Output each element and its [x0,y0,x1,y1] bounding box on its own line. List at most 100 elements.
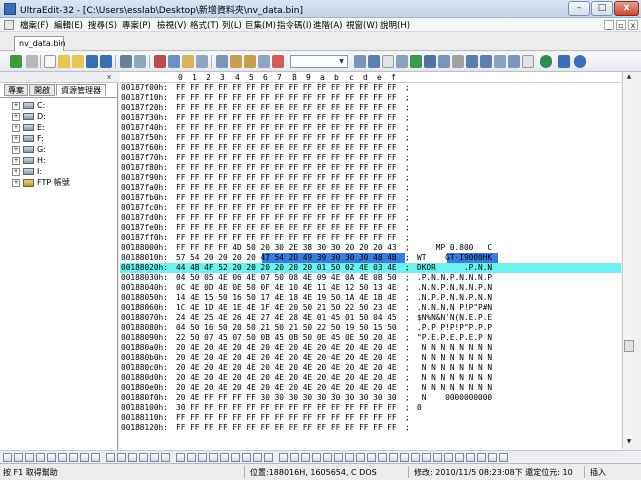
tool-button-icon[interactable] [69,453,78,462]
compare-icon[interactable] [522,55,534,68]
toggle-bookmark-icon[interactable] [438,55,450,68]
hex-row[interactable]: 001880a0h: 20 4E 20 4E 20 4E 20 4E 20 4E … [120,343,621,353]
tool-button-icon[interactable] [187,453,196,462]
run-macro-icon[interactable] [508,55,520,68]
hex-row[interactable]: 00187f90h: FF FF FF FF FF FF FF FF FF FF … [120,173,621,183]
tool-button-icon[interactable] [411,453,420,462]
cut-icon[interactable] [196,55,208,68]
hex-row[interactable]: 001880f0h: 20 4E FF FF FF FF 30 30 30 30 … [120,393,621,403]
hex-row[interactable]: 00187f40h: FF FF FF FF FF FF FF FF FF FF … [120,123,621,133]
tree-item-g[interactable]: + G: [12,145,46,155]
menu-help[interactable]: 說明(H) [380,19,410,31]
tool-button-icon[interactable] [91,453,100,462]
tab-open[interactable]: 開啟 [29,84,55,96]
tree-item-e[interactable]: + E: [12,123,45,133]
menu-column[interactable]: 列(L) [222,19,242,31]
document-icon[interactable] [4,20,14,30]
tool-button-icon[interactable] [488,453,497,462]
hex-row[interactable]: 00187fb0h: FF FF FF FF FF FF FF FF FF FF … [120,193,621,203]
menu-search[interactable]: 搜尋(S) [88,19,117,31]
tool-button-icon[interactable] [455,453,464,462]
undo-icon[interactable] [230,55,242,68]
menu-project[interactable]: 專案(P) [122,19,151,31]
hex-row[interactable]: 00187f80h: FF FF FF FF FF FF FF FF FF FF … [120,163,621,173]
spell-check-icon[interactable] [424,55,436,68]
open-recent-icon[interactable] [72,55,84,68]
menu-file[interactable]: 檔案(F) [20,19,49,31]
find-in-files-icon[interactable] [272,55,284,68]
help-icon[interactable] [574,55,586,68]
tool-button-icon[interactable] [80,453,89,462]
tool-button-icon[interactable] [499,453,508,462]
tool-button-icon[interactable] [345,453,354,462]
print-preview-icon[interactable] [134,55,146,68]
mdi-close-icon[interactable]: x [628,20,638,30]
tool-button-icon[interactable] [323,453,332,462]
hex-row[interactable]: 00188010h: 57 54 20 20 20 20 47 54 2D 49 … [120,253,621,263]
hex-row[interactable]: 001880e0h: 20 4E 20 4E 20 4E 20 4E 20 4E … [120,383,621,393]
delete-icon[interactable] [154,55,166,68]
save-icon[interactable] [86,55,98,68]
tool-button-icon[interactable] [161,453,170,462]
hex-row[interactable]: 00188110h: FF FF FF FF FF FF FF FF FF FF … [120,413,621,423]
hex-row[interactable]: 00187f60h: FF FF FF FF FF FF FF FF FF FF … [120,143,621,153]
word-wrap-icon[interactable] [396,55,408,68]
maximize-button[interactable]: □ [591,1,613,16]
hex-row[interactable]: 00187f50h: FF FF FF FF FF FF FF FF FF FF … [120,133,621,143]
tool-button-icon[interactable] [117,453,126,462]
close-button[interactable]: x [614,1,639,16]
tab-nv-data-bin[interactable]: nv_data.bin [14,36,66,51]
hex-row[interactable]: 001880d0h: 20 4E 20 4E 20 4E 20 4E 20 4E … [120,373,621,383]
tool-button-icon[interactable] [47,453,56,462]
expand-icon[interactable]: + [12,156,20,165]
tool-button-icon[interactable] [198,453,207,462]
tool-button-icon[interactable] [378,453,387,462]
minimize-button[interactable]: – [568,1,590,16]
scroll-up-icon[interactable]: ▲ [624,72,634,82]
hex-row[interactable]: 001880b0h: 20 4E 20 4E 20 4E 20 4E 20 4E … [120,353,621,363]
tool-button-icon[interactable] [25,453,34,462]
tile-icon[interactable] [480,55,492,68]
forward-icon[interactable] [26,55,38,68]
back-icon[interactable] [10,55,22,68]
hex-row[interactable]: 00187ff0h: FF FF FF FF FF FF FF FF FF FF … [120,233,621,243]
tool-button-icon[interactable] [444,453,453,462]
hex-row[interactable]: 00188040h: 0C 4E 0D 4E 0E 50 0F 4E 10 4E … [120,283,621,293]
hex-row[interactable]: 00187f30h: FF FF FF FF FF FF FF FF FF FF … [120,113,621,123]
expand-icon[interactable]: + [12,167,20,176]
tool-button-icon[interactable] [3,453,12,462]
tool-button-icon[interactable] [220,453,229,462]
tool-button-icon[interactable] [128,453,137,462]
menu-macro[interactable]: 巨集(M) [245,19,276,31]
expand-icon[interactable]: + [12,101,20,110]
tree-item-i[interactable]: + I: [12,167,42,177]
expand-icon[interactable]: + [12,134,20,143]
open-folder-icon[interactable] [58,55,70,68]
tree-item-d[interactable]: + D: [12,112,46,122]
new-file-icon[interactable] [44,55,56,68]
ftp-icon[interactable] [558,55,570,68]
chevron-down-icon[interactable]: ▼ [337,57,346,66]
hex-row[interactable]: 00188070h: 24 4E 25 4E 26 4E 27 4E 28 4E … [120,313,621,323]
tool-button-icon[interactable] [106,453,115,462]
tool-button-icon[interactable] [209,453,218,462]
tool-button-icon[interactable] [264,453,273,462]
replace-icon[interactable] [258,55,270,68]
web-browser-icon[interactable] [540,55,552,68]
hex-row[interactable]: 00187f10h: FF FF FF FF FF FF FF FF FF FF … [120,93,621,103]
column-mode-icon[interactable] [382,55,394,68]
menu-edit[interactable]: 編輯(E) [54,19,83,31]
paste-icon[interactable] [182,55,194,68]
tool-button-icon[interactable] [356,453,365,462]
menu-script[interactable]: 指令碼(I) [277,19,312,31]
hex-row[interactable]: 00188030h: 04 50 05 4E 06 4E 07 50 08 4E … [120,273,621,283]
tool-button-icon[interactable] [422,453,431,462]
hex-row[interactable]: 00187f00h: FF FF FF FF FF FF FF FF FF FF … [120,83,621,93]
tool-button-icon[interactable] [389,453,398,462]
tree-item-h[interactable]: + H: [12,156,46,166]
hex-row[interactable]: 00187fe0h: FF FF FF FF FF FF FF FF FF FF … [120,223,621,233]
tree-item-f[interactable]: + F: [12,134,44,144]
mdi-minimize-icon[interactable]: _ [604,20,614,30]
hex-row[interactable]: 00188120h: FF FF FF FF FF FF FF FF FF FF … [120,423,621,433]
tree-item-ftp[interactable]: + FTP 帳號 [12,178,70,188]
